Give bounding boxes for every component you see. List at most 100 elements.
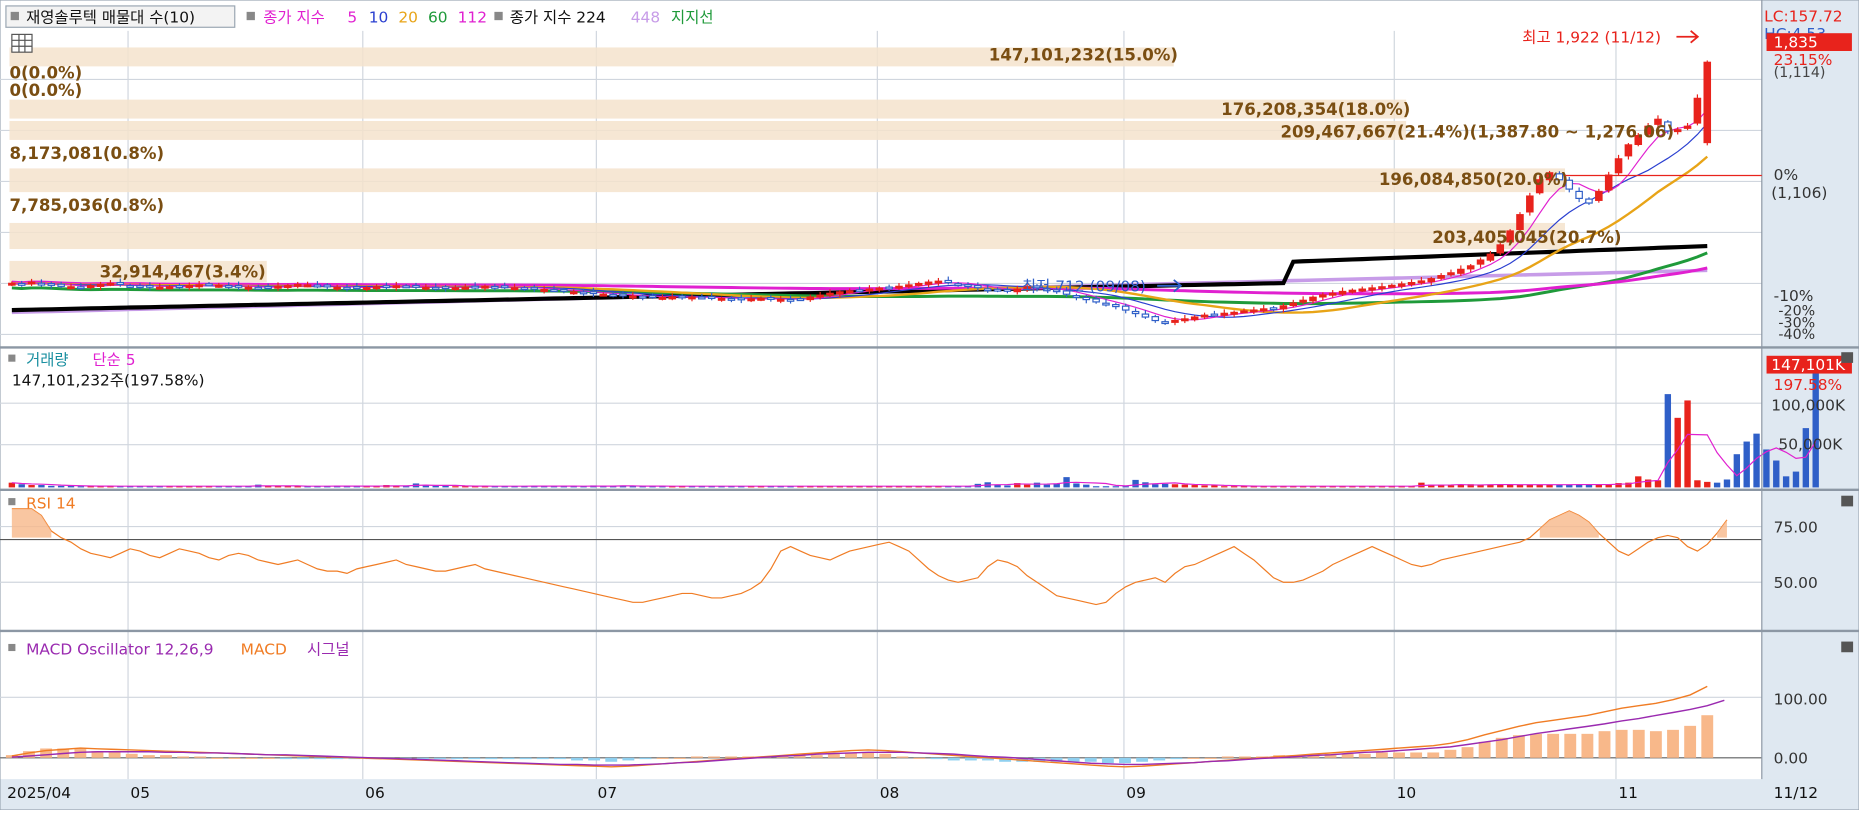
candle-body [934,280,943,284]
ma-legend-label: 종가 지수 [263,9,325,27]
volume-bar [432,485,439,488]
vp-label-6: 196,084,850(20.0%) [1379,170,1568,189]
macd-osc-title: MACD Oscillator 12,26,9 [26,641,213,659]
candle-body [431,286,440,290]
macd-tick-100: 100.00 [1774,690,1828,708]
candle-body [402,285,410,289]
candle-body [1683,125,1692,129]
candle-body [471,285,479,289]
candle-body [668,296,677,300]
macd-osc-bar [1084,757,1097,762]
macd-osc-bar [160,755,172,758]
volume-bar [1132,479,1139,488]
macd-osc-bar [1136,757,1149,762]
candle-body [372,286,381,290]
candle-body [1447,272,1455,276]
vp-label-5: 8,173,081(0.8%) [9,144,164,163]
rsi-tick-75: 75.00 [1774,518,1818,536]
ma20-legend: 20 [398,9,418,27]
candle-body [441,286,450,290]
candle-body [1210,313,1219,317]
macd-osc-bar [1238,756,1251,758]
macd-osc-bar [964,757,977,761]
candle-body [579,291,588,295]
candle-body [1250,309,1258,313]
candle-body [1437,275,1445,279]
last-price: 1,835 [1774,33,1818,51]
candle-body [1624,144,1633,157]
rsi-tick-50: 50.00 [1774,574,1818,592]
macd-osc-bar [1170,757,1183,760]
vp-label-7: 7,785,036(0.8%) [9,196,164,215]
volume-profile-band [9,168,1565,193]
candle-body [1131,310,1140,315]
candle-body [1072,294,1081,298]
volume-bar [1211,485,1218,488]
candle-body [1112,304,1120,308]
macd-osc-bar [211,757,224,759]
candle-body [1082,296,1091,301]
candle-body [67,286,75,290]
candle-body [698,296,706,300]
candle-body [757,297,765,301]
vp-label-4: 209,467,667(21.4%)(1,387.80 ~ 1,276.06) [1280,123,1674,142]
macd-osc-bar [725,756,738,758]
last-sub: (1,114) [1774,65,1826,81]
candle-body [313,284,322,288]
volume-last: 147,101K [1771,356,1846,374]
candle-body [1289,302,1298,307]
macd-osc-bar [1632,729,1645,758]
macd-osc-bar [142,755,155,758]
volume-bar [1112,486,1120,488]
macd-osc-bar [947,757,960,761]
volume-bar [442,485,449,488]
candle-body [717,297,726,301]
macd-label: MACD [241,641,287,659]
candle-body [1190,316,1199,321]
macd-osc-bar [485,757,498,760]
candle-body [1279,305,1288,310]
macd-close-icon[interactable] [1841,641,1854,653]
macd-osc-bar [519,757,532,760]
candle-body [540,288,548,292]
vp-label-1: 0(0.0%) [9,81,82,100]
volume-bar [1201,485,1208,488]
candle-body [461,286,470,290]
macd-osc-bar [656,757,669,759]
macd-osc-bar [1461,747,1474,758]
macd-osc-bar [930,757,943,760]
volume-bar [1102,486,1110,488]
x-label-2: 06 [365,784,385,802]
candle-body [481,285,489,289]
rsi-close-icon[interactable] [1841,495,1854,507]
candle-body [224,284,233,288]
candle-body [1417,280,1426,284]
macd-osc-bar [673,757,686,759]
macd-osc-bar [690,756,703,758]
candle-body [244,286,253,290]
candle-body [816,294,824,298]
candle-body [1003,288,1012,292]
macd-osc-bar [502,757,515,760]
macd-tick-0: 0.00 [1774,750,1808,768]
volume-bar [1743,441,1750,488]
candle-body [767,296,775,300]
candle-body [1604,174,1613,191]
volume-ma-label: 단순 5 [92,351,135,369]
volume-bar [1073,483,1080,488]
macd-osc-bar [1547,733,1560,758]
macd-osc-bar [708,756,720,758]
candle-body [1299,299,1307,303]
candle-body [648,295,657,299]
macd-osc-bar [536,757,549,760]
macd-osc-bar [1119,757,1131,764]
macd-osc-bar [228,757,241,759]
table-icon[interactable] [11,33,33,53]
candle-body [885,286,893,290]
volume-bar [1763,449,1770,488]
macd-osc-bar [1375,752,1388,758]
candle-body [974,285,982,289]
candle-body [1092,298,1100,303]
volume-close-icon[interactable] [1841,352,1854,363]
chart-window: 재영솔루텍 매물대 수(10) 종가 지수 5 10 20 60 112 종가 … [0,0,1859,811]
